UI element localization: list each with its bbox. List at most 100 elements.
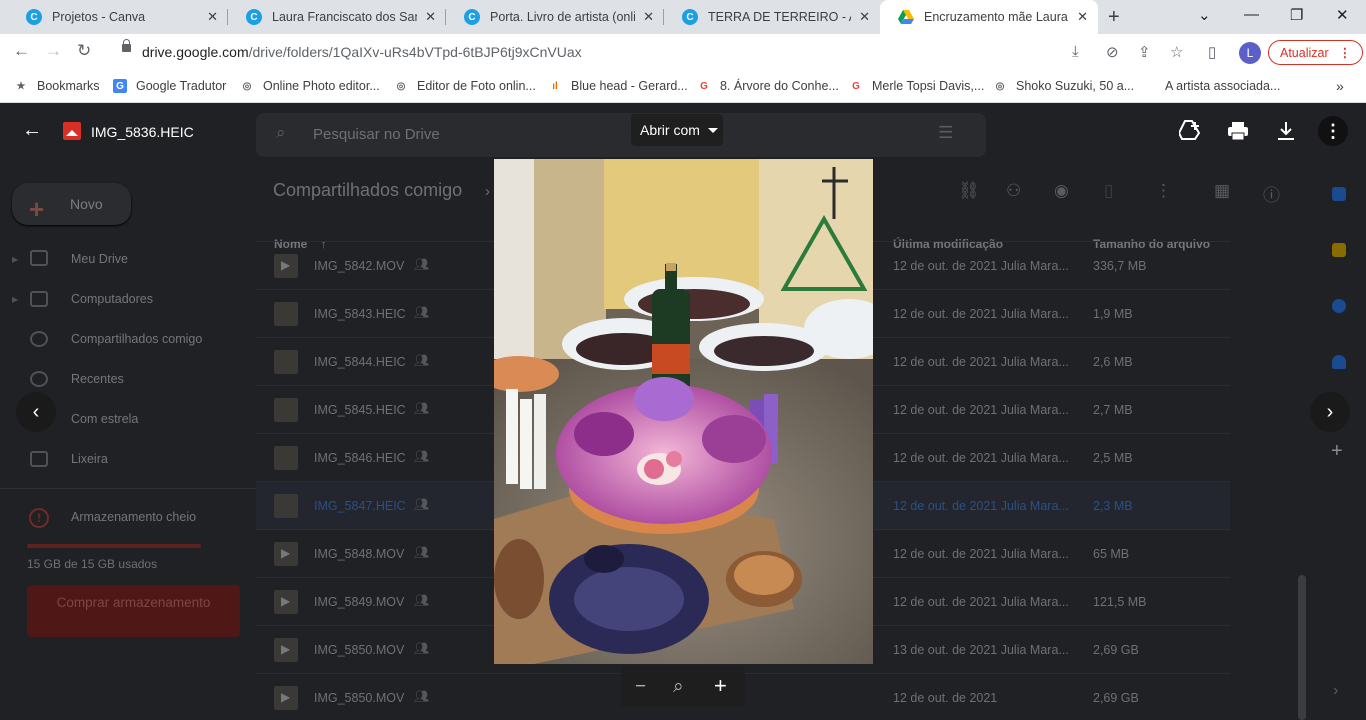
sidebar-item-recent[interactable]: Recentes — [71, 372, 124, 386]
bookmark-item[interactable]: ◎ Online Photo editor... — [240, 77, 380, 95]
file-size: 336,7 MB — [1093, 259, 1147, 273]
sidebar-item-trash[interactable]: Lixeira — [71, 452, 108, 466]
minimize-icon[interactable]: — — [1244, 6, 1259, 23]
update-button[interactable]: Atualizar — [1268, 40, 1364, 65]
lock-icon[interactable] — [122, 39, 131, 52]
tab-label: TERRA DE TERREIRO - Apresentação — [708, 10, 851, 24]
file-name: IMG_5845.HEIC — [314, 403, 406, 417]
google-translate-icon: G — [113, 79, 127, 93]
close-icon[interactable]: ✕ — [643, 9, 654, 25]
filter-icon[interactable]: ☰ — [938, 123, 953, 143]
close-icon[interactable]: ✕ — [1077, 9, 1088, 25]
calendar-icon[interactable] — [1332, 187, 1346, 201]
canva-icon: C — [464, 9, 480, 25]
bookmark-item[interactable]: G Google Tradutor — [113, 77, 226, 95]
bookmark-item[interactable]: G Merle Topsi Davis,... — [849, 77, 984, 95]
info-icon[interactable]: ⓘ — [1263, 181, 1280, 206]
browser-tab[interactable]: C Projetos - Canva ✕ — [8, 0, 228, 34]
trash-icon — [30, 451, 48, 467]
previous-file-button[interactable]: ‹ — [16, 392, 56, 432]
sidebar-item-computers[interactable]: Computadores — [71, 292, 153, 306]
share-icon[interactable]: ⇪ — [1138, 43, 1151, 61]
download-icon[interactable] — [1276, 121, 1296, 141]
browser-tab-active[interactable]: Encruzamento mãe Laura 💜 ✕ — [880, 0, 1098, 34]
zoom-in-icon[interactable]: + — [714, 673, 727, 699]
file-size: 121,5 MB — [1093, 595, 1147, 609]
bookmark-star-icon[interactable]: ☆ — [1170, 43, 1183, 61]
address-bar[interactable]: drive.google.com/drive/folders/1QaIXv-uR… — [142, 44, 582, 60]
add-to-drive-icon[interactable] — [1179, 120, 1201, 140]
close-icon[interactable]: ✕ — [207, 9, 218, 25]
bookmark-item[interactable]: A artista associada... — [1165, 77, 1280, 95]
buy-storage-button[interactable]: Comprar armazenamento — [27, 585, 240, 637]
add-addon-icon[interactable]: + — [1331, 440, 1343, 463]
forward-icon[interactable]: → — [45, 41, 62, 61]
bookmark-label: Editor de Foto onlin... — [417, 79, 536, 93]
install-app-icon[interactable]: ⤓ — [1072, 43, 1079, 60]
bookmark-item[interactable]: G 8. Árvore do Conhe... — [697, 77, 839, 95]
open-with-button[interactable]: Abrir com — [631, 114, 723, 146]
more-vert-icon[interactable]: ⋮ — [1318, 116, 1348, 146]
image-thumbnail — [274, 302, 298, 326]
eye-off-icon[interactable]: ⊘ — [1106, 43, 1119, 61]
reload-icon[interactable]: ↻ — [77, 41, 91, 61]
grid-view-icon[interactable]: ▦ — [1214, 181, 1230, 201]
bookmark-item[interactable]: ★ Bookmarks — [14, 77, 100, 95]
keep-icon[interactable] — [1332, 243, 1346, 257]
image-file-icon — [63, 122, 81, 140]
next-file-button[interactable]: › — [1310, 392, 1350, 432]
storage-label[interactable]: Armazenamento cheio — [71, 510, 196, 524]
file-name: IMG_5850.MOV — [314, 691, 405, 705]
more-vert-icon[interactable]: ⋮ — [1155, 181, 1172, 201]
browser-toolbar: ← → ↻ drive.google.com/drive/folders/1Qa… — [0, 34, 1366, 70]
expand-icon[interactable]: ▶ — [12, 295, 18, 304]
link-icon[interactable]: ⛓ — [958, 181, 980, 201]
sidebar-divider — [0, 488, 256, 489]
more-bookmarks-icon[interactable]: » — [1336, 77, 1344, 95]
back-arrow-icon[interactable]: ← — [22, 119, 42, 142]
sidebar-item-starred[interactable]: Com estrela — [71, 412, 138, 426]
side-panel-icon[interactable]: ▯ — [1208, 43, 1216, 61]
browser-tab[interactable]: C TERRA DE TERREIRO - Apresentação ✕ — [664, 0, 880, 34]
zoom-reset-icon[interactable]: ⌕ — [673, 676, 684, 698]
image-preview — [494, 159, 873, 664]
collapse-panel-icon[interactable]: › — [1333, 682, 1338, 700]
viewer-file-name: IMG_5836.HEIC — [91, 124, 194, 140]
close-icon[interactable]: ✕ — [859, 9, 870, 25]
bookmark-item[interactable]: ◎ Shoko Suzuki, 50 a... — [993, 77, 1135, 95]
storage-used-text: 15 GB de 15 GB usados — [27, 557, 158, 571]
expand-icon[interactable]: ▶ — [12, 255, 18, 264]
add-person-icon[interactable]: ⚇ — [1006, 181, 1021, 201]
file-modified: 12 de out. de 2021 Julia Mara... — [893, 451, 1069, 465]
close-icon[interactable]: ✕ — [425, 9, 436, 25]
tasks-icon[interactable] — [1332, 299, 1346, 313]
print-icon[interactable] — [1227, 121, 1249, 141]
file-modified: 12 de out. de 2021 Julia Mara... — [893, 307, 1069, 321]
bookmark-item[interactable]: ◎ Editor de Foto onlin... — [394, 77, 536, 95]
delete-icon[interactable]: ▯ — [1104, 181, 1113, 201]
globe-icon: ◎ — [242, 80, 252, 92]
window-close-icon[interactable]: ✕ — [1336, 6, 1349, 24]
tab-search-icon[interactable]: ⌄ — [1198, 6, 1211, 24]
bookmark-label: 8. Árvore do Conhe... — [720, 79, 839, 93]
bookmark-label: Shoko Suzuki, 50 a... — [1016, 79, 1135, 93]
maximize-icon[interactable]: ❐ — [1290, 6, 1303, 24]
sidebar-item-shared[interactable]: Compartilhados comigo — [71, 332, 202, 346]
contacts-icon[interactable] — [1332, 355, 1346, 369]
globe-icon: ◎ — [995, 80, 1005, 92]
browser-tab[interactable]: C Porta. Livro de artista (online) ✕ — [446, 0, 664, 34]
sidebar-item-my-drive[interactable]: Meu Drive — [71, 252, 128, 266]
scrollbar[interactable] — [1298, 575, 1306, 720]
shared-people-icon: 👥︎ — [414, 641, 430, 655]
shared-people-icon: 👥︎ — [414, 545, 430, 559]
shared-people-icon: 👥︎ — [414, 497, 430, 511]
preview-icon[interactable]: ◉ — [1054, 181, 1069, 201]
browser-tab[interactable]: C Laura Franciscato dos Santos ✕ — [228, 0, 446, 34]
page-title[interactable]: Compartilhados comigo — [273, 180, 462, 201]
back-icon[interactable]: ← — [13, 41, 30, 61]
bookmark-item[interactable]: ıl Blue head - Gerard... — [548, 77, 688, 95]
new-tab-icon[interactable]: + — [1108, 6, 1120, 29]
file-modified: 12 de out. de 2021 Julia Mara... — [893, 595, 1069, 609]
avatar[interactable]: L — [1239, 42, 1261, 64]
zoom-out-icon[interactable]: − — [635, 676, 646, 698]
